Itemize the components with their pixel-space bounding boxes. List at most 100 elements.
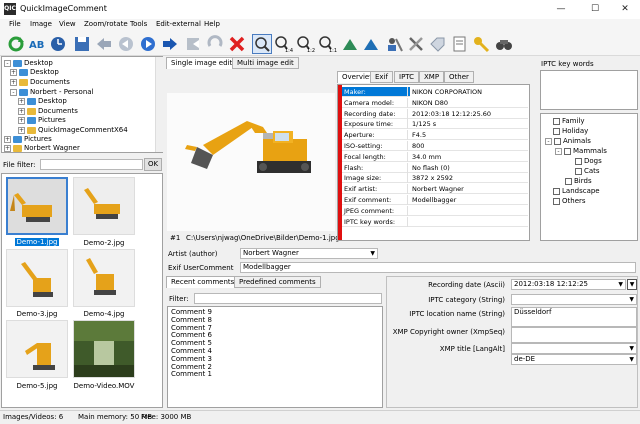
thumbnail-demo-3[interactable]	[6, 249, 68, 307]
metadata-row[interactable]: Image size: 3872 x 2592	[342, 173, 528, 184]
tree-item-documents[interactable]: + Documents	[10, 78, 70, 87]
tools-icon[interactable]	[406, 34, 426, 54]
tree-item-pictures-2[interactable]: + Pictures	[4, 135, 52, 144]
expand-icon[interactable]: +	[18, 116, 25, 124]
checkbox-icon[interactable]	[553, 197, 560, 205]
tree-item-desktop-root[interactable]: - Desktop	[4, 59, 53, 68]
checkbox-icon[interactable]	[553, 127, 560, 135]
menu-zoom-rotate[interactable]: Zoom/rotate	[84, 20, 128, 28]
collapse-icon[interactable]: -	[555, 147, 562, 155]
previous-icon[interactable]	[116, 34, 136, 54]
tree-item-desktop-2[interactable]: + Desktop	[18, 97, 67, 106]
iptc-keywords-input[interactable]	[540, 70, 638, 110]
chevron-down-icon[interactable]: ▼	[370, 249, 375, 258]
tab-multi-image-edit[interactable]: Multi image edit	[232, 57, 299, 69]
zoom-1-4-icon[interactable]: 1:4	[274, 34, 294, 54]
folder-tree[interactable]: - Desktop + Desktop + Documents - Norbert - …	[1, 56, 163, 153]
metadata-row[interactable]: Aperture: F4.5	[342, 130, 528, 141]
collapse-icon[interactable]: -	[4, 59, 11, 67]
iptc-category-input[interactable]: ▼	[511, 294, 637, 305]
tree-item-pictures[interactable]: + Pictures	[18, 116, 66, 125]
recording-date-input[interactable]: 2012:03:18 12:12:25 ▼	[511, 279, 626, 290]
rotate-right-icon[interactable]	[361, 34, 381, 54]
xmp-copyright-input[interactable]	[511, 327, 637, 343]
forward-arrow-icon[interactable]	[160, 34, 180, 54]
tree-item-documents-2[interactable]: + Documents	[18, 107, 78, 116]
tag-icon[interactable]	[427, 34, 447, 54]
file-filter-input[interactable]	[40, 159, 143, 170]
tree-item-quickimagecomment[interactable]: + QuickImageCommentX64	[18, 126, 128, 135]
comment-filter-input[interactable]	[194, 293, 382, 304]
metadata-row[interactable]: Maker: NIKON CORPORATION	[342, 87, 528, 97]
filter-ok-button[interactable]: OK	[144, 158, 162, 171]
chevron-down-icon[interactable]: ▼	[629, 355, 634, 364]
dropdown-button[interactable]: ▼	[627, 279, 637, 290]
collapse-icon[interactable]: -	[545, 137, 552, 145]
checkbox-icon[interactable]	[564, 147, 571, 155]
tree-item-desktop[interactable]: + Desktop	[10, 68, 59, 77]
checkbox-icon[interactable]	[575, 167, 582, 175]
keyword-holiday[interactable]: Holiday	[553, 127, 588, 136]
thumbnail-demo-5[interactable]	[6, 320, 68, 378]
user-settings-icon[interactable]	[384, 34, 404, 54]
metadata-row[interactable]: Exposure time: 1/125 s	[342, 119, 528, 130]
undo-icon[interactable]	[205, 34, 225, 54]
maximize-button[interactable]: ☐	[582, 2, 608, 17]
keyword-mammals[interactable]: - Mammals	[555, 147, 607, 156]
zoom-fit-icon[interactable]	[252, 34, 272, 54]
xmp-title-input[interactable]: ▼	[511, 343, 637, 354]
tab-recent-comments[interactable]: Recent comments	[166, 276, 240, 288]
tab-single-image-edit[interactable]: Single image edit	[166, 57, 238, 69]
document-icon[interactable]	[449, 34, 469, 54]
tree-item-norbert-personal[interactable]: - Norbert - Personal	[10, 88, 94, 97]
expand-icon[interactable]: +	[18, 107, 25, 115]
keyword-birds[interactable]: Birds	[565, 177, 592, 186]
tree-item-norbert-wagner[interactable]: + Norbert Wagner	[4, 144, 80, 153]
checkbox-icon[interactable]	[575, 157, 582, 165]
chevron-down-icon[interactable]: ▼	[618, 280, 623, 289]
thumbnail-demo-4[interactable]	[73, 249, 135, 307]
delete-icon[interactable]	[227, 34, 247, 54]
back-arrow-icon[interactable]	[94, 34, 114, 54]
metadata-row[interactable]: JPEG comment:	[342, 205, 528, 216]
comment-item[interactable]: Comment 1	[171, 371, 212, 379]
thumbnail-demo-1[interactable]	[6, 177, 68, 235]
rotate-left-icon[interactable]	[340, 34, 360, 54]
metadata-row[interactable]: Recording date: 2012:03:18 12:12:25.60	[342, 108, 528, 119]
thumbnail-list[interactable]: Demo-1.jpg Demo-2.jpg Demo-3.jpg Demo-4.…	[1, 173, 163, 408]
keyword-dogs[interactable]: Dogs	[575, 157, 602, 166]
close-window-button[interactable]: ✕	[612, 2, 638, 17]
binoculars-icon[interactable]	[494, 34, 514, 54]
thumbnail-demo-2[interactable]	[73, 177, 135, 235]
metadata-row[interactable]: ISO-setting: 800	[342, 141, 528, 151]
metadata-row[interactable]: Exif comment: Modellbagger	[342, 195, 528, 205]
xmp-title-lang-input[interactable]: de-DE ▼	[511, 354, 637, 365]
image-preview[interactable]	[167, 93, 335, 231]
metadata-row[interactable]: Flash: No flash (0)	[342, 162, 528, 173]
tab-iptc[interactable]: IPTC	[394, 71, 420, 83]
clock-icon[interactable]	[48, 34, 68, 54]
menu-image[interactable]: Image	[30, 20, 52, 28]
comment-list[interactable]: Comment 9 Comment 8 Comment 7 Comment 6 …	[167, 306, 383, 408]
rename-icon[interactable]: AB	[27, 34, 47, 54]
tab-exif[interactable]: Exif	[370, 71, 393, 83]
keyword-animals[interactable]: - Animals	[545, 137, 591, 146]
chevron-down-icon[interactable]: ▼	[629, 344, 634, 353]
minimize-button[interactable]: —	[548, 2, 574, 17]
expand-icon[interactable]: +	[10, 68, 17, 76]
zoom-1-1-icon[interactable]: 1:1	[318, 34, 338, 54]
tab-other[interactable]: Other	[444, 71, 474, 83]
tab-xmp[interactable]: XMP	[419, 71, 445, 83]
tab-predefined-comments[interactable]: Predefined comments	[234, 276, 321, 288]
menu-edit-external[interactable]: Edit-external	[156, 20, 201, 28]
expand-icon[interactable]: +	[10, 78, 17, 86]
expand-icon[interactable]: +	[18, 97, 25, 105]
menu-help[interactable]: Help	[204, 20, 220, 28]
tree-scrollbar[interactable]	[155, 57, 163, 152]
checkbox-icon[interactable]	[553, 187, 560, 195]
metadata-row[interactable]: Focal length: 34.0 mm	[342, 151, 528, 162]
collapse-icon[interactable]: -	[10, 88, 17, 96]
exif-user-comment-input[interactable]: Modellbagger	[240, 262, 636, 273]
menu-tools[interactable]: Tools	[130, 20, 147, 28]
keyword-others[interactable]: Others	[553, 197, 586, 206]
